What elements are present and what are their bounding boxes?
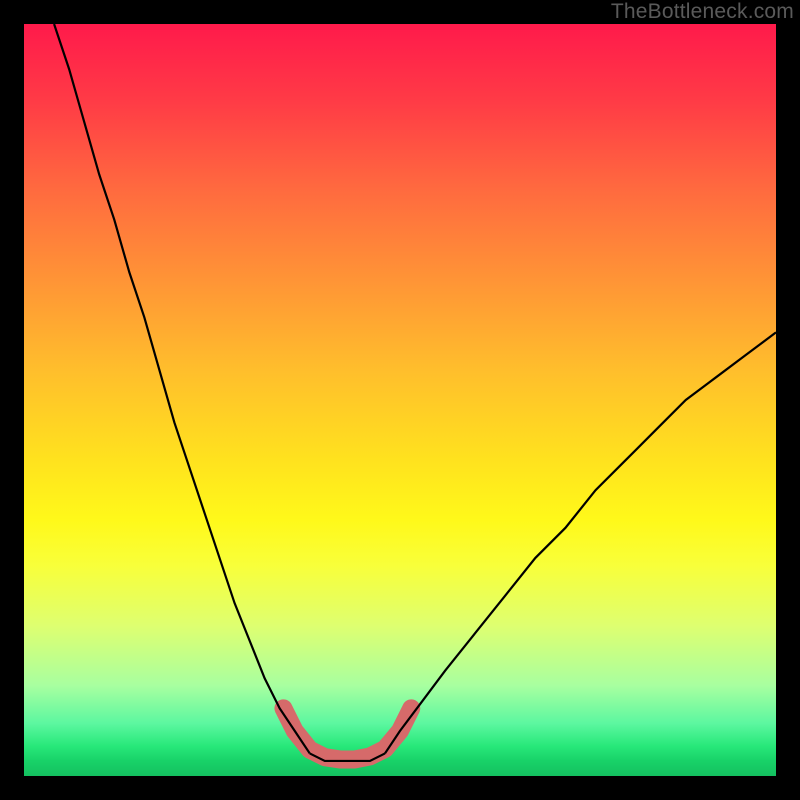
highlight-u-path xyxy=(283,708,411,759)
left-branch-path xyxy=(54,24,310,753)
right-branch-path xyxy=(385,332,776,753)
chart-svg xyxy=(24,24,776,776)
chart-frame xyxy=(24,24,776,776)
watermark-text: TheBottleneck.com xyxy=(611,0,794,24)
